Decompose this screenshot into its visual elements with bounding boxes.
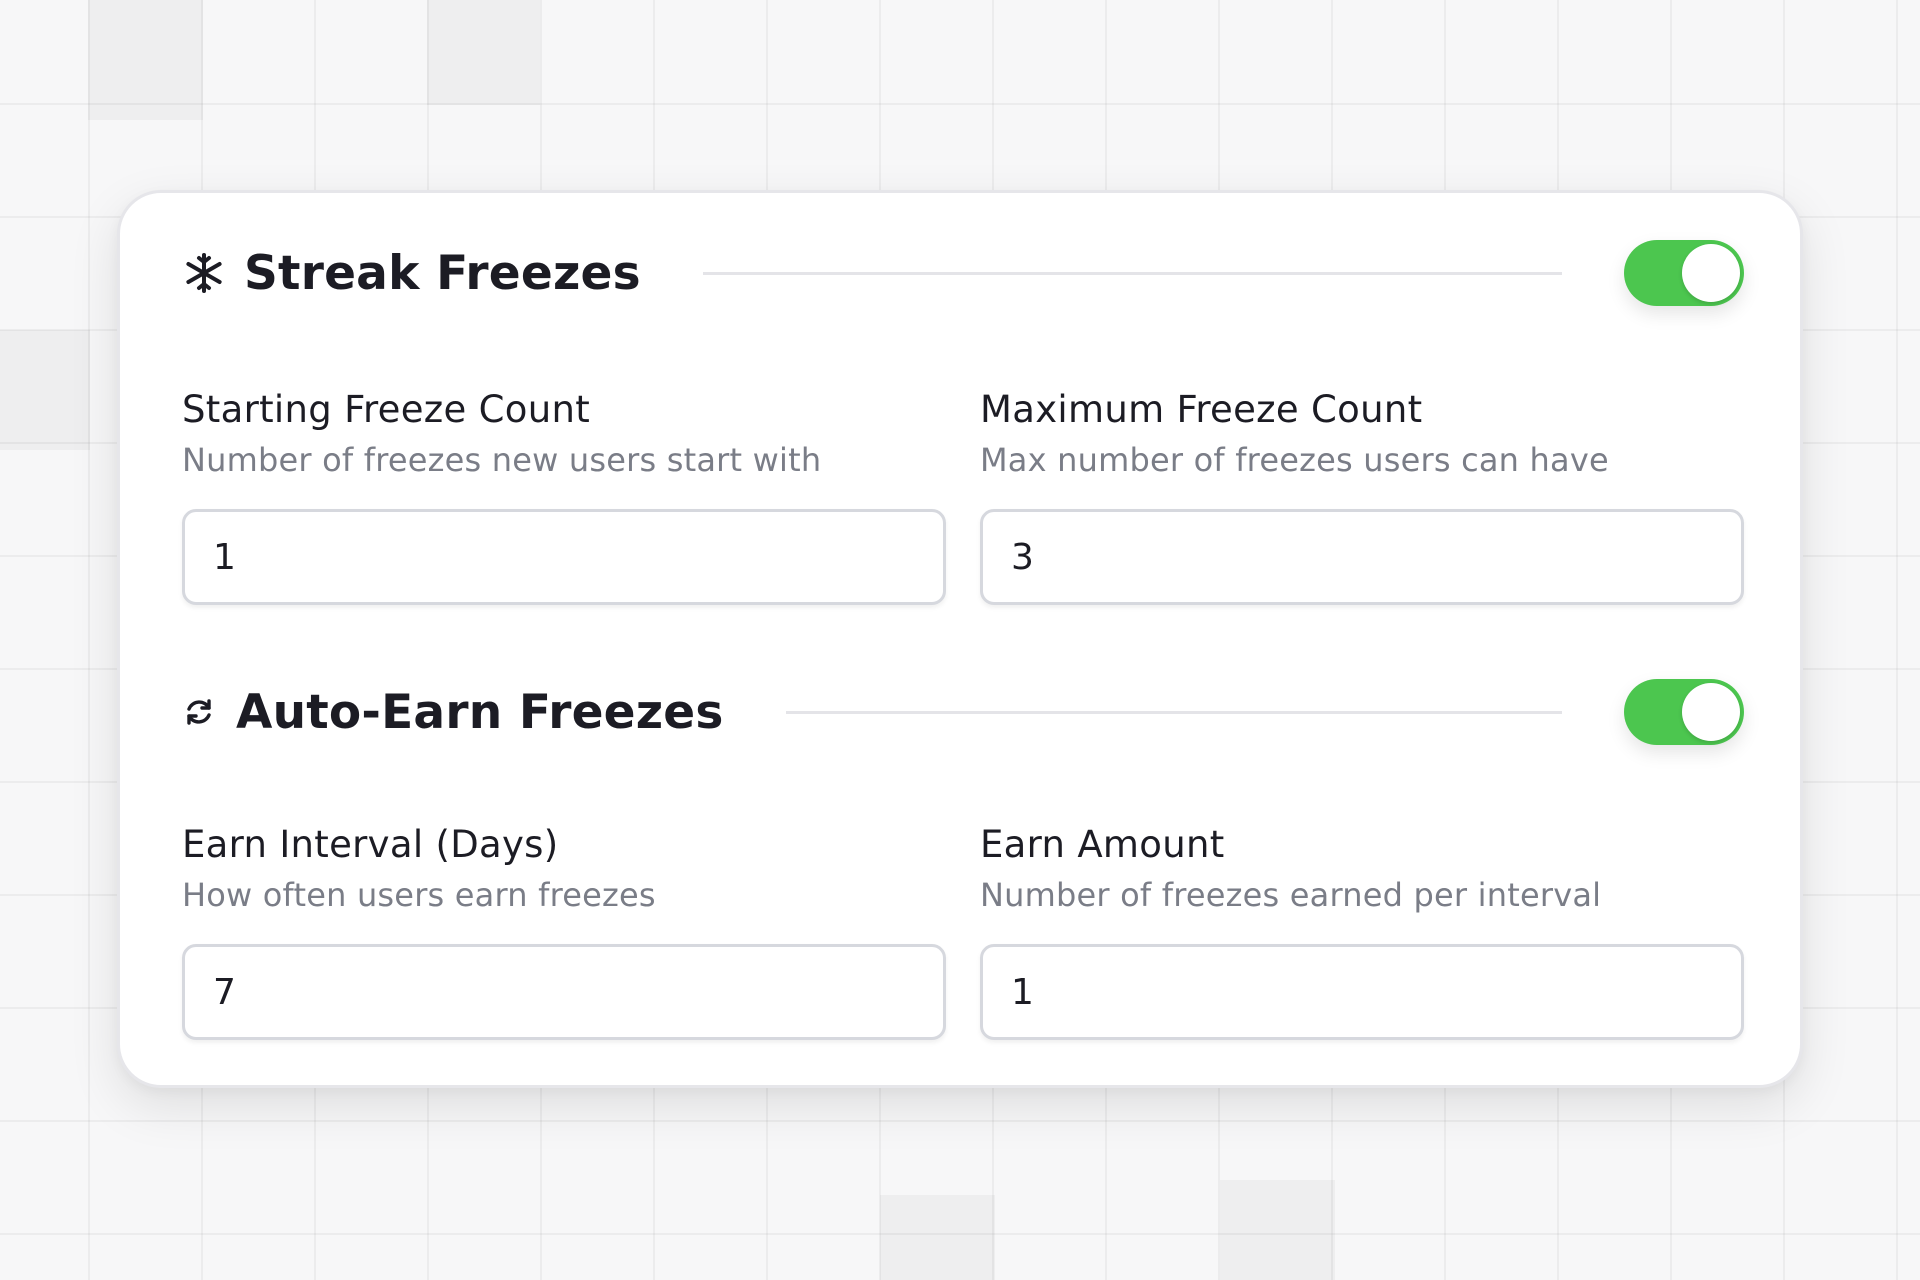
auto-earn-freezes-header: Auto-Earn Freezes <box>182 677 1744 747</box>
maximum-freeze-count-input[interactable]: 3 <box>980 509 1744 605</box>
background-tile <box>88 0 203 120</box>
snowflake-icon <box>182 251 226 295</box>
section-divider <box>702 271 1562 275</box>
streak-freeze-settings-card: Streak Freezes Starting Freeze Count Num… <box>117 190 1803 1088</box>
toggle-knob <box>1682 683 1740 741</box>
field-label: Maximum Freeze Count <box>980 388 1423 431</box>
earn-interval-input[interactable]: 7 <box>182 944 946 1040</box>
section-title: Streak Freezes <box>244 245 641 301</box>
starting-freeze-count-input[interactable]: 1 <box>182 509 946 605</box>
earn-amount-field: Earn Amount Number of freezes earned per… <box>980 821 1744 1040</box>
field-help-text: Number of freezes new users start with <box>182 441 822 479</box>
maximum-freeze-count-field: Maximum Freeze Count Max number of freez… <box>980 386 1744 605</box>
streak-freezes-header: Streak Freezes <box>182 238 1744 308</box>
background-tile <box>880 1195 995 1280</box>
auto-earn-freezes-toggle[interactable] <box>1624 679 1744 745</box>
field-help-text: Number of freezes earned per interval <box>980 876 1602 914</box>
field-label: Earn Interval (Days) <box>182 823 559 866</box>
section-title: Auto-Earn Freezes <box>236 684 724 740</box>
background-tile <box>427 0 540 105</box>
earn-amount-input[interactable]: 1 <box>980 944 1744 1040</box>
background-tile <box>0 330 90 450</box>
background-tile <box>1220 1180 1335 1280</box>
field-help-text: How often users earn freezes <box>182 876 656 914</box>
field-help-text: Max number of freezes users can have <box>980 441 1609 479</box>
section-divider <box>785 710 1562 714</box>
starting-freeze-count-field: Starting Freeze Count Number of freezes … <box>182 386 946 605</box>
field-label: Starting Freeze Count <box>182 388 591 431</box>
field-label: Earn Amount <box>980 823 1225 866</box>
streak-freezes-toggle[interactable] <box>1624 240 1744 306</box>
earn-interval-field: Earn Interval (Days) How often users ear… <box>182 821 946 1040</box>
toggle-knob <box>1682 244 1740 302</box>
refresh-icon <box>182 690 216 734</box>
